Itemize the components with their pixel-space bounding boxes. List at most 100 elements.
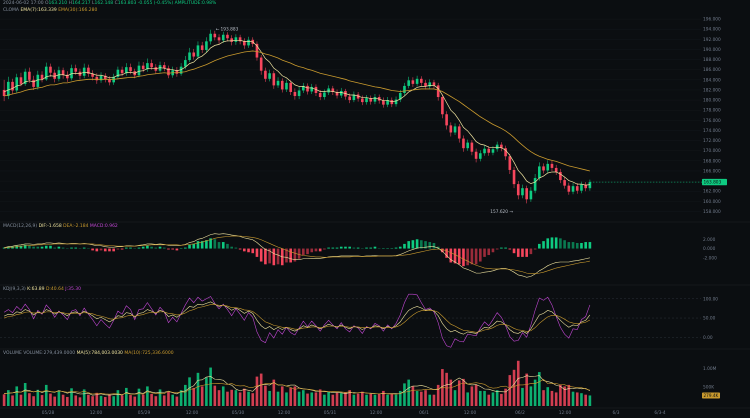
- candle-body: [361, 98, 364, 103]
- volume-bar: [32, 396, 35, 406]
- macd-histogram-bar: [154, 247, 158, 249]
- volume-bar: [255, 376, 259, 406]
- macd-histogram-bar: [32, 246, 35, 249]
- candle-body: [137, 65, 141, 76]
- volume-bar: [495, 390, 499, 406]
- macd-histogram-bar: [428, 242, 432, 249]
- candle-body: [432, 82, 436, 86]
- volume-bar: [386, 394, 389, 406]
- volume-bar: [361, 391, 364, 406]
- macd-histogram-bar: [407, 241, 410, 249]
- macd-histogram-bar: [70, 247, 73, 249]
- ohlc-header: 2024-06-02 17:00 O163.210 H164.217 L162.…: [3, 1, 216, 7]
- volume-bar: [411, 386, 415, 406]
- volume-bar: [403, 383, 406, 406]
- volume-bar: [550, 390, 554, 406]
- candle-body: [457, 126, 461, 139]
- macd-histogram-bar: [398, 246, 402, 249]
- candle-body: [382, 100, 385, 105]
- macd-histogram-bar: [158, 246, 162, 249]
- price-tick-label: 180.000: [703, 98, 721, 104]
- kdj-pane[interactable]: [0, 293, 701, 348]
- macd-label: MACD(12,26,9): [3, 224, 38, 229]
- price-tick-label: 168.000: [703, 158, 721, 164]
- kdj-tick-label: 0.00: [703, 335, 713, 341]
- candle-body: [563, 180, 566, 186]
- volume-bar: [188, 377, 191, 406]
- d-value: D:40.64: [45, 287, 64, 292]
- candle-body: [196, 45, 200, 57]
- candle-body: [49, 66, 52, 73]
- candle-body: [550, 163, 554, 168]
- kdj-j-line: [3, 293, 591, 348]
- volume-pane[interactable]: [2, 360, 592, 406]
- macd-histogram-bar: [373, 246, 377, 249]
- candle-body: [2, 89, 6, 97]
- macd-histogram-bar: [15, 245, 19, 249]
- candle-body: [82, 67, 86, 76]
- volume-ma5-line: [4, 375, 591, 396]
- candle-body: [580, 184, 583, 191]
- volume-bar: [474, 384, 478, 406]
- candle-body: [470, 142, 474, 152]
- macd-histogram-bar: [550, 237, 554, 249]
- low-price-marker: 157.620 →: [490, 209, 513, 215]
- time-tick-label: 05/31: [324, 410, 337, 416]
- macd-histogram-bar: [584, 242, 587, 249]
- volume-bar: [567, 384, 571, 406]
- macd-histogram-bar: [167, 248, 170, 250]
- candle-body: [19, 77, 23, 84]
- candle-body: [508, 156, 512, 170]
- candle-body: [529, 190, 533, 200]
- macd-histogram-bar: [415, 239, 419, 249]
- candle-body: [289, 82, 292, 92]
- candle-body: [348, 96, 351, 101]
- candle-body: [285, 82, 288, 90]
- macd-histogram-bar: [289, 248, 292, 263]
- macd-histogram-bar: [575, 242, 579, 249]
- macd-histogram-bar: [40, 246, 44, 249]
- volume-bar: [226, 391, 229, 406]
- candle-body: [420, 78, 423, 83]
- price-tick-label: 186.000: [703, 67, 721, 73]
- volume-bar: [129, 395, 132, 406]
- macd-histogram-bar: [491, 248, 495, 253]
- macd-value: MACD:0.962: [89, 224, 118, 229]
- macd-histogram-bar: [217, 242, 221, 249]
- volume-bar: [57, 390, 61, 406]
- macd-histogram-bar: [323, 248, 326, 250]
- candle-body: [15, 77, 19, 91]
- volume-bar: [61, 394, 65, 406]
- volume-bar: [571, 391, 575, 406]
- volume-bar: [162, 395, 166, 406]
- macd-histogram-bar: [44, 245, 48, 249]
- volume-bar: [415, 390, 419, 406]
- macd-histogram-bar: [352, 247, 356, 249]
- volume-bar: [259, 373, 263, 406]
- macd-histogram-bar: [226, 243, 229, 249]
- macd-histogram-bar: [264, 248, 267, 265]
- macd-tick-label: 2.000: [703, 237, 716, 243]
- candle-body: [525, 188, 528, 200]
- macd-histogram-bar: [331, 247, 335, 249]
- price-tick-label: 182.000: [703, 87, 721, 93]
- volume-bar: [184, 384, 187, 406]
- volume-bar: [133, 396, 137, 406]
- candle-body: [40, 74, 44, 80]
- macd-histogram-bar: [314, 248, 318, 252]
- candle-body: [192, 52, 196, 57]
- volume-bar: [323, 394, 326, 406]
- macd-tick-label: -2.000: [703, 255, 717, 261]
- macd-histogram-bar: [327, 247, 330, 249]
- volume-bar: [264, 385, 267, 406]
- volume-bar: [356, 393, 360, 406]
- macd-histogram-bar: [483, 248, 486, 257]
- candle-body: [188, 52, 191, 61]
- macd-histogram-bar: [567, 242, 571, 249]
- low-value: 162.148: [94, 1, 114, 6]
- macd-pane[interactable]: [2, 233, 592, 278]
- kdj-tick-label: 50.00: [703, 316, 716, 322]
- price-pane[interactable]: ← 193.883 157.620 →: [2, 27, 703, 215]
- volume-bar: [516, 360, 520, 406]
- price-tick-label: 166.000: [703, 168, 721, 174]
